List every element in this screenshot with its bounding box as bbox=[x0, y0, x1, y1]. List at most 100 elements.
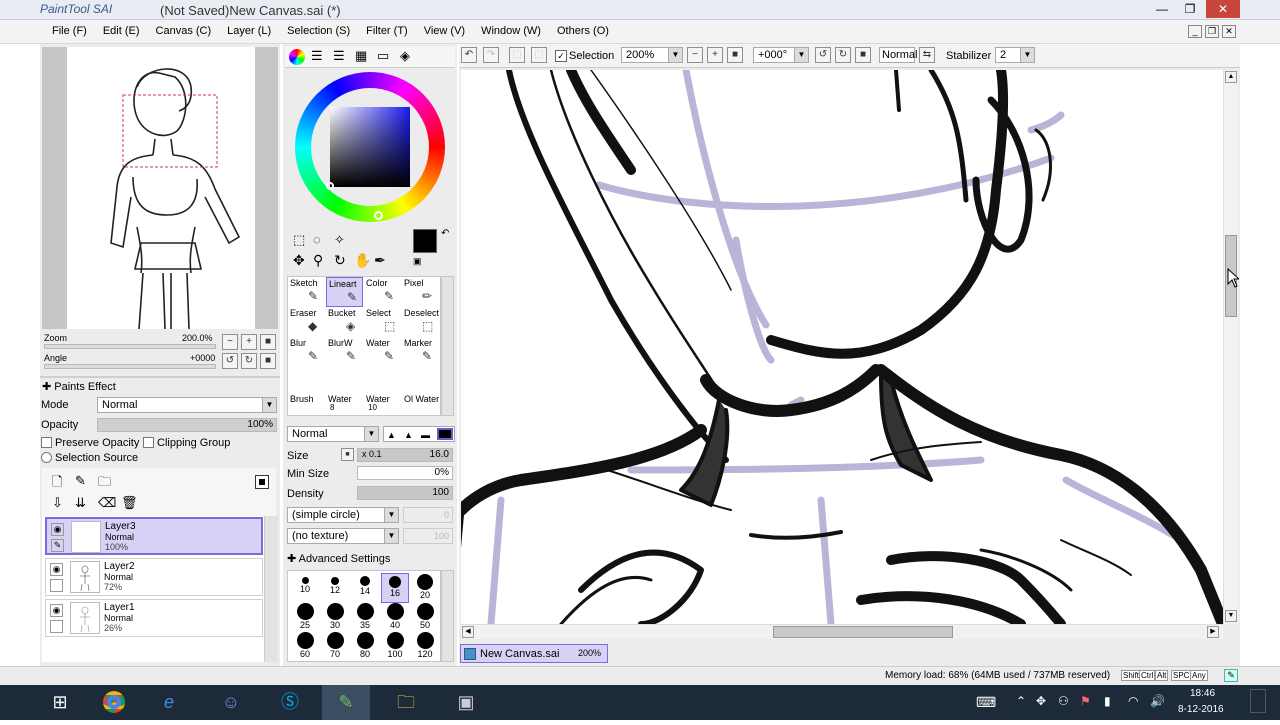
brush-size-14[interactable]: 14 bbox=[351, 573, 379, 603]
brush-size-120[interactable]: 120 bbox=[411, 632, 439, 662]
internet-explorer-icon[interactable]: e bbox=[145, 685, 193, 720]
panel-divider[interactable] bbox=[40, 376, 280, 378]
canvas-zoom-out-icon[interactable]: − bbox=[687, 47, 703, 63]
merge-down-icon[interactable]: ⇊ bbox=[75, 495, 86, 511]
scroll-down-icon[interactable]: ▼ bbox=[1225, 610, 1237, 622]
menu-layer[interactable]: Layer (L) bbox=[219, 20, 279, 43]
tool-blurw[interactable]: BlurW ✎ bbox=[326, 337, 363, 367]
mdi-close-icon[interactable]: ✕ bbox=[1222, 25, 1236, 38]
size-slider[interactable]: x 0.1 16.0 bbox=[357, 448, 453, 462]
tray-arrow-icon[interactable]: ⌃ bbox=[1016, 694, 1026, 708]
zoom-tool-icon[interactable]: ⚲ bbox=[313, 252, 323, 269]
navigator[interactable] bbox=[42, 47, 278, 330]
tool-water-8[interactable]: Water 8 bbox=[326, 393, 363, 423]
deselect-icon[interactable]: ⬚ bbox=[509, 47, 525, 63]
menu-edit[interactable]: Edit (E) bbox=[95, 20, 148, 43]
layer-mode-select[interactable]: Normal ▼ bbox=[97, 397, 277, 413]
eye-icon[interactable]: ◉ bbox=[51, 523, 64, 536]
color-wheel-mode-icon[interactable] bbox=[289, 49, 305, 65]
rotate-tool-icon[interactable]: ↻ bbox=[334, 252, 346, 269]
network-icon[interactable]: ⚇ bbox=[1058, 694, 1069, 708]
canvas-tab[interactable]: New Canvas.sai 200% bbox=[460, 644, 608, 663]
tool-blur[interactable]: Blur ✎ bbox=[288, 337, 325, 367]
brush-lock-icon[interactable]: ✎ bbox=[51, 539, 64, 552]
menu-canvas[interactable]: Canvas (C) bbox=[148, 20, 220, 43]
skype-icon[interactable]: Ⓢ bbox=[266, 685, 314, 720]
layer-item-layer2[interactable]: ◉ Layer2 Normal 72% bbox=[45, 558, 263, 596]
wifi-icon[interactable]: ◠ bbox=[1128, 694, 1138, 708]
scroll-left-icon[interactable]: ◀ bbox=[462, 626, 474, 638]
new-linework-layer-icon[interactable]: ✎ bbox=[75, 473, 86, 489]
angle-slider[interactable] bbox=[44, 364, 216, 369]
eyedropper-icon[interactable]: ✒ bbox=[374, 252, 386, 269]
tool-brush[interactable]: Brush bbox=[288, 393, 325, 423]
color-wheel[interactable] bbox=[295, 72, 445, 222]
tool-lineart[interactable]: Lineart ✎ bbox=[326, 277, 363, 307]
tool-deselect[interactable]: Deselect ⬚ bbox=[402, 307, 439, 337]
menu-others[interactable]: Others (O) bbox=[549, 20, 617, 43]
move-icon[interactable]: ✥ bbox=[293, 252, 305, 269]
sv-square[interactable] bbox=[330, 107, 410, 187]
clock-time[interactable]: 18:46 bbox=[1190, 688, 1215, 699]
canvas-rotate-left-icon[interactable]: ↺ bbox=[815, 47, 831, 63]
menu-filter[interactable]: Filter (T) bbox=[358, 20, 416, 43]
canvas-vertical-scrollbar[interactable]: ▲ ▼ bbox=[1223, 70, 1238, 624]
canvas-horizontal-scrollbar[interactable]: ◀ ▶ bbox=[461, 624, 1223, 639]
magic-wand-icon[interactable]: ✧ bbox=[334, 232, 345, 248]
selection-checkbox[interactable]: ✓ bbox=[555, 50, 567, 62]
tool-bucket[interactable]: Bucket ◈ bbox=[326, 307, 363, 337]
brush-size-50[interactable]: 50 bbox=[411, 603, 439, 633]
canvas-rotate-right-icon[interactable]: ↻ bbox=[835, 47, 851, 63]
brush-size-40[interactable]: 40 bbox=[381, 603, 409, 633]
battery-icon[interactable]: ▮ bbox=[1104, 694, 1111, 708]
brush-shape-select[interactable]: (simple circle) ▼ bbox=[287, 507, 399, 523]
stabilizer-select[interactable]: 2 ▼ bbox=[995, 47, 1035, 63]
tip-flat-icon[interactable]: ▬ bbox=[421, 430, 430, 440]
canvas-rotate-reset-icon[interactable]: ■ bbox=[855, 47, 871, 63]
brush-size-100[interactable]: 100 bbox=[381, 632, 409, 662]
menu-view[interactable]: View (V) bbox=[416, 20, 473, 43]
brush-texture-select[interactable]: (no texture) ▼ bbox=[287, 528, 399, 544]
tool-marker[interactable]: Marker ✎ bbox=[402, 337, 439, 367]
tip-sharp-icon[interactable]: ▲ bbox=[387, 430, 396, 440]
trash-icon[interactable]: 🗑 bbox=[121, 495, 138, 511]
tool-select[interactable]: Select ⬚ bbox=[364, 307, 401, 337]
density-slider[interactable]: 100 bbox=[357, 486, 453, 500]
zoom-slider[interactable] bbox=[44, 344, 216, 349]
brush-size-60[interactable]: 60 bbox=[291, 632, 319, 662]
menu-window[interactable]: Window (W) bbox=[473, 20, 549, 43]
zoom-out-icon[interactable]: − bbox=[222, 334, 238, 350]
brush-size-30[interactable]: 30 bbox=[321, 603, 349, 633]
min-size-slider[interactable]: 0% bbox=[357, 466, 453, 480]
tool-water[interactable]: Water ✎ bbox=[364, 337, 401, 367]
opacity-slider[interactable]: 100% bbox=[97, 418, 277, 432]
selection-source-radio[interactable] bbox=[41, 452, 52, 463]
layer-mask-icon[interactable] bbox=[255, 475, 269, 489]
brush-size-25[interactable]: 25 bbox=[291, 603, 319, 633]
new-layer-icon[interactable]: 🗋 bbox=[52, 473, 62, 495]
rotate-right-icon[interactable]: ↻ bbox=[241, 353, 257, 369]
rotate-reset-icon[interactable]: ■ bbox=[260, 353, 276, 369]
tool-sketch[interactable]: Sketch ✎ bbox=[288, 277, 325, 307]
clipping-group-checkbox[interactable] bbox=[143, 437, 154, 448]
rect-select-icon[interactable]: ⬚ bbox=[293, 232, 305, 248]
tip-soft-icon[interactable]: ▲ bbox=[404, 430, 413, 440]
tool-grid-scrollbar[interactable] bbox=[441, 276, 454, 416]
volume-icon[interactable]: 🔊 bbox=[1150, 694, 1165, 708]
preserve-opacity-checkbox[interactable] bbox=[41, 437, 52, 448]
mdi-restore-icon[interactable]: ❐ bbox=[1205, 25, 1219, 38]
brush-tip-shapes[interactable]: ▲ ▲ ▬ bbox=[383, 426, 455, 442]
clock-date[interactable]: 8-12-2016 bbox=[1178, 704, 1224, 715]
rgb-slider-icon[interactable]: ☰ bbox=[311, 48, 323, 64]
zoom-select[interactable]: 200% ▼ bbox=[621, 47, 683, 63]
menu-file[interactable]: File (F) bbox=[44, 20, 95, 43]
flip-icon[interactable]: ⇆ bbox=[919, 47, 935, 63]
scroll-up-icon[interactable]: ▲ bbox=[1225, 71, 1237, 83]
canvas-zoom-in-icon[interactable]: + bbox=[707, 47, 723, 63]
view-mode-button[interactable]: Normal bbox=[879, 47, 917, 63]
action-center-icon[interactable] bbox=[1250, 689, 1266, 713]
notification-flag-icon[interactable]: ⚑ bbox=[1080, 694, 1091, 708]
close-button[interactable]: ✕ bbox=[1206, 0, 1240, 18]
keyboard-icon[interactable]: ⌨ bbox=[976, 694, 996, 711]
invert-selection-icon[interactable]: ⬚ bbox=[531, 47, 547, 63]
